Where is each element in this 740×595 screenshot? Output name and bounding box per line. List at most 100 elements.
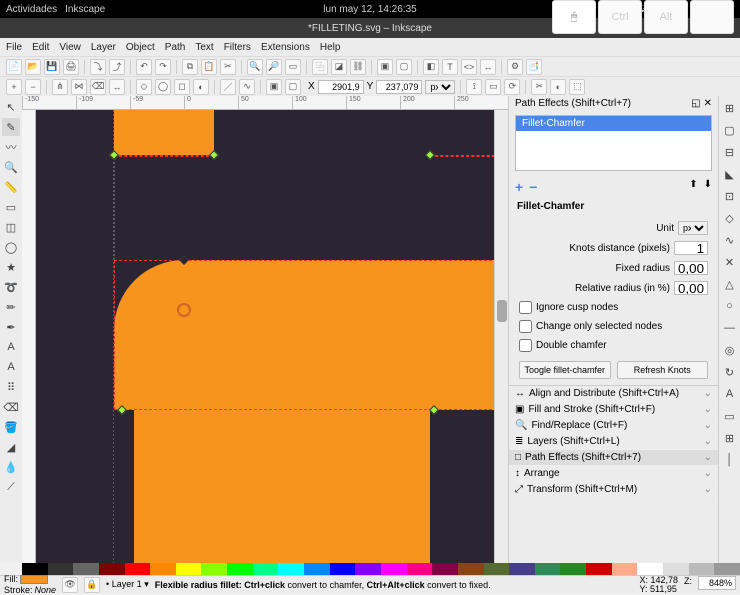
docked-dialog-row[interactable]: ≣Layers (Shift+Ctrl+L)⌄: [509, 434, 718, 450]
snap-path-button[interactable]: ∿: [721, 231, 739, 249]
scroll-thumb[interactable]: [497, 300, 507, 322]
palette-swatch[interactable]: [278, 563, 304, 575]
node-tool[interactable]: ✎: [2, 118, 20, 136]
palette-swatch[interactable]: [637, 563, 663, 575]
panel-close-button[interactable]: ✕: [704, 98, 712, 109]
connector-tool[interactable]: ⟋: [2, 478, 20, 496]
panel-iconify-button[interactable]: ◱: [691, 98, 700, 109]
lpe-item-fillet-chamfer[interactable]: Fillet-Chamfer: [516, 116, 711, 131]
show-handles-button[interactable]: ⟟: [466, 79, 482, 95]
cut-button[interactable]: ✂: [220, 59, 236, 75]
palette-swatch[interactable]: [663, 563, 689, 575]
toggle-fillet-button[interactable]: Toogle fillet-chamfer: [519, 361, 611, 379]
rect-tool[interactable]: ▭: [2, 198, 20, 216]
snap-guide-button[interactable]: │: [721, 451, 739, 469]
ellipse-tool[interactable]: ◯: [2, 238, 20, 256]
ungroup-button[interactable]: ▢: [396, 59, 412, 75]
star-tool[interactable]: ★: [2, 258, 20, 276]
docked-dialog-row[interactable]: ↕Arrange⌄: [509, 466, 718, 482]
docprops-button[interactable]: 📑: [526, 59, 542, 75]
x-coord-input[interactable]: [318, 80, 364, 94]
spray-tool[interactable]: ⠿: [2, 378, 20, 396]
palette-swatch[interactable]: [201, 563, 227, 575]
unit-select[interactable]: px: [678, 221, 708, 235]
palette-swatch[interactable]: [586, 563, 612, 575]
activities-button[interactable]: Actividades: [6, 4, 57, 15]
snap-edge-button[interactable]: ⊟: [721, 143, 739, 161]
unit-select[interactable]: px: [425, 80, 455, 94]
open-button[interactable]: 📂: [25, 59, 41, 75]
lpe-list[interactable]: Fillet-Chamfer: [515, 115, 712, 171]
palette-swatch[interactable]: [535, 563, 561, 575]
del-segment-button[interactable]: ⌫: [90, 79, 106, 95]
palette-swatch[interactable]: [253, 563, 279, 575]
zoom-tool[interactable]: 🔍: [2, 158, 20, 176]
curve-segment-button[interactable]: ∿: [239, 79, 255, 95]
measure-tool[interactable]: 📏: [2, 178, 20, 196]
snap-rotation-button[interactable]: ↻: [721, 363, 739, 381]
ruler-vertical[interactable]: [22, 110, 36, 563]
snap-page-button[interactable]: ▭: [721, 407, 739, 425]
palette-swatch[interactable]: [714, 563, 740, 575]
docked-dialog-row[interactable]: ▣Fill and Stroke (Shift+Ctrl+F)⌄: [509, 402, 718, 418]
cusp-node-button[interactable]: ◇: [136, 79, 152, 95]
align-button[interactable]: ↔: [480, 59, 496, 75]
node-delete-button[interactable]: −: [25, 79, 41, 95]
next-pe-button[interactable]: ⟳: [504, 79, 520, 95]
symmetric-node-button[interactable]: ◻: [174, 79, 190, 95]
dropper-tool[interactable]: 💧: [2, 458, 20, 476]
menu-object[interactable]: Object: [126, 42, 155, 53]
stroke-value[interactable]: None: [35, 585, 57, 595]
docked-dialog-row[interactable]: ⤢Transform (Shift+Ctrl+M)⌄: [509, 482, 718, 498]
palette-swatch[interactable]: [150, 563, 176, 575]
layer-visibility-button[interactable]: 👁: [62, 577, 78, 593]
snap-smooth-button[interactable]: ○: [721, 297, 739, 315]
redo-button[interactable]: ↷: [155, 59, 171, 75]
pencil-tool[interactable]: ✏: [2, 298, 20, 316]
menu-file[interactable]: File: [6, 42, 22, 53]
snap-midpoint-button[interactable]: ⊡: [721, 187, 739, 205]
snap-bbox-button[interactable]: ▢: [721, 121, 739, 139]
eraser-tool[interactable]: ⌫: [2, 398, 20, 416]
snap-corner-button[interactable]: ◣: [721, 165, 739, 183]
palette-swatch[interactable]: [432, 563, 458, 575]
transform-handles-button[interactable]: ⬚: [569, 79, 585, 95]
show-outline-button[interactable]: ▭: [485, 79, 501, 95]
palette-swatch[interactable]: [560, 563, 586, 575]
auto-node-button[interactable]: ◐: [193, 79, 209, 95]
snap-text-button[interactable]: A: [721, 385, 739, 403]
palette-swatch[interactable]: [304, 563, 330, 575]
calligraphy-tool[interactable]: A: [2, 338, 20, 356]
3dbox-tool[interactable]: ◫: [2, 218, 20, 236]
clone-button[interactable]: ◪: [331, 59, 347, 75]
menu-help[interactable]: Help: [320, 42, 341, 53]
prefs-button[interactable]: ⚙: [507, 59, 523, 75]
fillet-radius-handle[interactable]: [177, 303, 191, 317]
double-chamfer-checkbox[interactable]: [519, 339, 532, 352]
app-indicator[interactable]: Inkscape: [65, 4, 105, 15]
add-lpe-button[interactable]: +: [515, 179, 523, 195]
zoom-page-button[interactable]: ▭: [285, 59, 301, 75]
palette-swatch[interactable]: [509, 563, 535, 575]
snap-center-button[interactable]: ◎: [721, 341, 739, 359]
palette-swatch[interactable]: [355, 563, 381, 575]
object-to-path-button[interactable]: ▣: [266, 79, 282, 95]
relative-radius-input[interactable]: [674, 281, 708, 295]
palette-swatch[interactable]: [176, 563, 202, 575]
refresh-knots-button[interactable]: Refresh Knots: [617, 361, 709, 379]
snap-node-button[interactable]: ◇: [721, 209, 739, 227]
lpe-down-button[interactable]: ⬇: [704, 179, 712, 195]
ruler-horizontal[interactable]: -150 -109 -59 0 50 100 150 200 250: [22, 96, 508, 110]
xml-button[interactable]: <>: [461, 59, 477, 75]
spiral-tool[interactable]: ➰: [2, 278, 20, 296]
lpe-up-button[interactable]: ⬆: [689, 179, 697, 195]
break-node-button[interactable]: ⋔: [52, 79, 68, 95]
fixed-radius-input[interactable]: [674, 261, 708, 275]
print-button[interactable]: 🖨: [63, 59, 79, 75]
palette-swatch[interactable]: [689, 563, 715, 575]
zoom-selection-button[interactable]: 🔍: [247, 59, 263, 75]
save-button[interactable]: 💾: [44, 59, 60, 75]
palette-swatch[interactable]: [381, 563, 407, 575]
bucket-tool[interactable]: 🪣: [2, 418, 20, 436]
ignore-cusps-checkbox[interactable]: [519, 301, 532, 314]
